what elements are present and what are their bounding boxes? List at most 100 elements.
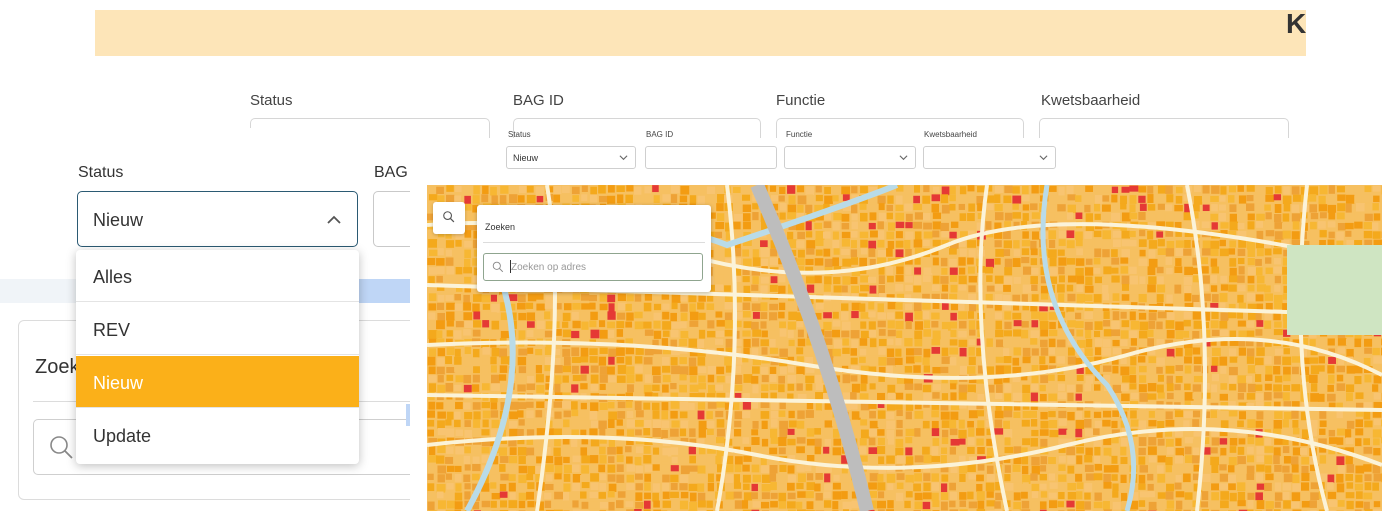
building: [1220, 222, 1229, 229]
building: [1183, 311, 1192, 319]
building: [1076, 501, 1085, 510]
building: [589, 320, 597, 328]
dropdown-option-rev[interactable]: REV: [76, 303, 359, 355]
status-select-large[interactable]: Nieuw: [77, 191, 358, 247]
dropdown-option-nieuw[interactable]: Nieuw: [76, 356, 359, 408]
building: [734, 474, 741, 483]
kwetsbaarheid-select[interactable]: [1039, 118, 1289, 138]
building: [931, 347, 941, 354]
building: [914, 339, 923, 347]
building: [941, 249, 950, 257]
building: [841, 231, 851, 239]
building: [670, 410, 678, 419]
building: [1174, 410, 1184, 418]
building: [500, 330, 510, 339]
building: [815, 383, 825, 391]
building: [1147, 204, 1156, 211]
building: [670, 491, 679, 498]
building: [580, 491, 587, 499]
building: [1229, 258, 1237, 267]
building: [796, 446, 805, 454]
building: [752, 276, 759, 285]
building: [1148, 456, 1157, 463]
building: [454, 419, 461, 428]
building: [643, 428, 651, 436]
building: [428, 401, 436, 410]
building: [472, 357, 479, 366]
status-select-small[interactable]: Nieuw: [506, 146, 636, 169]
dropdown-option-update[interactable]: Update: [76, 409, 359, 461]
building: [635, 374, 643, 382]
building: [662, 491, 670, 499]
building: [454, 330, 462, 339]
building: [1165, 213, 1174, 221]
building: [1363, 492, 1373, 500]
building: [922, 275, 931, 282]
building: [724, 312, 733, 322]
building: [761, 465, 770, 474]
building: [1210, 285, 1218, 292]
building: [851, 285, 859, 294]
building: [931, 482, 940, 491]
building: [1319, 374, 1327, 383]
dropdown-option-alles[interactable]: Alles: [76, 250, 359, 302]
building: [958, 339, 968, 347]
building: [1031, 231, 1040, 240]
building: [670, 383, 677, 390]
building: [940, 384, 948, 392]
building: [995, 339, 1004, 348]
building: [455, 401, 463, 410]
building: [1129, 230, 1136, 238]
building: [1183, 420, 1190, 428]
building: [932, 239, 941, 247]
building: [1220, 284, 1229, 291]
building: [896, 330, 903, 339]
building: [833, 438, 842, 446]
building: [625, 356, 632, 365]
building: [1048, 384, 1058, 393]
building: [445, 491, 453, 499]
building: [859, 231, 869, 239]
building: [751, 303, 761, 311]
building: [842, 501, 852, 510]
building: [931, 473, 939, 482]
kwetsbaarheid-select-small[interactable]: [923, 146, 1056, 169]
building: [1030, 410, 1038, 418]
building: [959, 213, 967, 221]
building: [635, 465, 644, 474]
building: [635, 410, 644, 418]
building: [958, 447, 967, 455]
building: [734, 384, 743, 391]
building: [742, 302, 751, 311]
building: [1238, 464, 1247, 471]
building: [931, 446, 939, 456]
building: [940, 329, 949, 337]
building: [571, 401, 578, 410]
building: [1291, 213, 1301, 222]
building: [527, 375, 535, 384]
building: [1157, 420, 1165, 429]
building: [950, 411, 959, 421]
building: [1184, 392, 1194, 401]
building: [581, 194, 588, 201]
building: [518, 419, 525, 426]
address-search-placeholder: Zoeken op adres: [511, 262, 587, 273]
map-search-button[interactable]: [433, 202, 465, 234]
bag-input-large[interactable]: [373, 191, 410, 247]
functie-select-small[interactable]: [784, 146, 916, 169]
building: [787, 501, 796, 509]
address-search-input[interactable]: Zoeken op adres: [483, 253, 703, 281]
bag-id-input-small[interactable]: [645, 146, 777, 169]
building: [841, 303, 849, 311]
building: [1364, 374, 1372, 383]
building: [716, 428, 726, 437]
building: [1012, 212, 1021, 219]
building: [526, 330, 534, 338]
building: [1319, 411, 1327, 419]
building: [1220, 447, 1227, 457]
building: [859, 303, 866, 312]
building: [580, 374, 587, 381]
building: [941, 186, 950, 196]
building: [1031, 284, 1038, 291]
building: [958, 311, 968, 320]
